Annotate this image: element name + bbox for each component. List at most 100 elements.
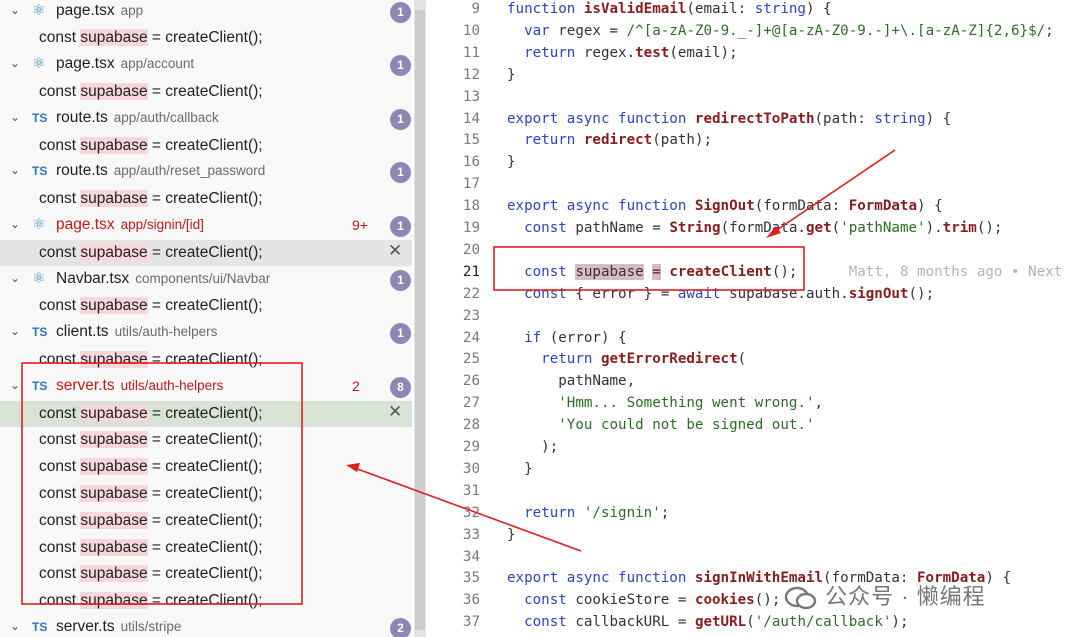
code-line[interactable]: 15 return redirect(path); bbox=[426, 131, 1080, 153]
file-result-row[interactable]: ⌄ TS server.ts utils/auth-helpers 2 8 bbox=[0, 374, 412, 401]
code-token: ; bbox=[1045, 22, 1054, 39]
file-result-row[interactable]: ⌄ ⚛ page.tsx app/account 1 bbox=[0, 52, 412, 79]
search-panel-scrollbar[interactable] bbox=[414, 0, 426, 637]
code-token: trim bbox=[942, 220, 977, 236]
code-line[interactable]: 14 export async function redirectToPath(p… bbox=[426, 110, 1080, 132]
code-token: pathName, bbox=[507, 373, 636, 390]
chevron-down-icon[interactable]: ⌄ bbox=[8, 56, 22, 70]
match-prefix: const bbox=[39, 243, 81, 261]
match-result-row[interactable]: const supabase = createClient(); bbox=[0, 561, 412, 588]
code-token: ); bbox=[891, 614, 909, 631]
code-line[interactable]: 21 const supabase = createClient(); Matt… bbox=[426, 263, 1080, 285]
file-result-row[interactable]: ⌄ ⚛ page.tsx app/signin/[id] 9+ 1 bbox=[0, 213, 412, 240]
match-result-row[interactable]: const supabase = createClient(); bbox=[0, 454, 412, 481]
line-number: 22 bbox=[462, 285, 480, 302]
code-line[interactable]: 27 'Hmm... Something went wrong.', bbox=[426, 394, 1080, 416]
code-line[interactable]: 28 'You could not be signed out.' bbox=[426, 416, 1080, 438]
code-editor[interactable]: 9 function isValidEmail(email: string) {1… bbox=[426, 0, 1080, 637]
file-result-row[interactable]: ⌄ ⚛ page.tsx app 1 bbox=[0, 0, 412, 25]
match-suffix: = createClient(); bbox=[147, 404, 263, 422]
file-result-row[interactable]: ⌄ ⚛ Navbar.tsx components/ui/Navbar 1 bbox=[0, 267, 412, 294]
file-result-row[interactable]: ⌄ TS server.ts utils/stripe 2 bbox=[0, 615, 412, 637]
chevron-down-icon[interactable]: ⌄ bbox=[8, 324, 22, 338]
file-result-row[interactable]: ⌄ TS route.ts app/auth/callback 1 bbox=[0, 106, 412, 133]
code-line[interactable]: 33} bbox=[426, 526, 1080, 548]
code-line[interactable]: 34 bbox=[426, 548, 1080, 570]
code-line[interactable]: 19 const pathName = String(formData.get(… bbox=[426, 219, 1080, 241]
chevron-down-icon[interactable]: ⌄ bbox=[8, 271, 22, 285]
code-token: (); bbox=[754, 592, 781, 609]
code-line[interactable]: 16} bbox=[426, 153, 1080, 175]
match-result-row[interactable]: const supabase = createClient(); bbox=[0, 293, 412, 320]
file-result-row[interactable]: ⌄ TS client.ts utils/auth-helpers 1 bbox=[0, 320, 412, 347]
code-line[interactable]: 9 function isValidEmail(email: string) { bbox=[426, 0, 1080, 22]
match-result-row[interactable]: const supabase = createClient(); bbox=[0, 535, 412, 562]
code-line[interactable]: 11 return regex.test(email); bbox=[426, 44, 1080, 66]
match-text: const supabase = createClient(); bbox=[39, 538, 263, 557]
match-highlight: supabase bbox=[80, 350, 148, 368]
chevron-down-icon[interactable]: ⌄ bbox=[8, 163, 22, 177]
chevron-down-icon[interactable]: ⌄ bbox=[8, 619, 22, 633]
match-result-row[interactable]: const supabase = createClient(); bbox=[0, 133, 412, 160]
code-text: function isValidEmail(email: string) { bbox=[507, 1, 832, 17]
match-result-row[interactable]: const supabase = createClient(); bbox=[0, 186, 412, 213]
match-result-row[interactable]: const supabase = createClient(); bbox=[0, 427, 412, 454]
line-number: 15 bbox=[462, 132, 480, 149]
code-line[interactable]: 23 bbox=[426, 307, 1080, 329]
file-name: server.ts utils/stripe bbox=[56, 617, 182, 635]
code-line[interactable]: 20 bbox=[426, 241, 1080, 263]
line-number: 34 bbox=[462, 548, 480, 565]
match-result-row[interactable]: const supabase = createClient(); bbox=[0, 508, 412, 535]
line-number: 10 bbox=[462, 22, 480, 39]
chevron-down-icon[interactable]: ⌄ bbox=[8, 378, 22, 392]
react-icon: ⚛ bbox=[32, 269, 46, 287]
code-line[interactable]: 32 return '/signin'; bbox=[426, 504, 1080, 526]
line-number: 28 bbox=[462, 417, 480, 434]
file-result-row[interactable]: ⌄ TS route.ts app/auth/reset_password 1 bbox=[0, 159, 412, 186]
code-line[interactable]: 31 bbox=[426, 482, 1080, 504]
code-line[interactable]: 26 pathName, bbox=[426, 372, 1080, 394]
code-text: if (error) { bbox=[507, 330, 627, 346]
match-text: const supabase = createClient(); bbox=[39, 136, 263, 155]
code-line[interactable]: 30 } bbox=[426, 460, 1080, 482]
match-highlight: supabase bbox=[80, 484, 148, 502]
file-name: client.ts utils/auth-helpers bbox=[56, 323, 218, 341]
match-result-row[interactable]: const supabase = createClient(); ✕ bbox=[0, 400, 412, 428]
match-result-row[interactable]: const supabase = createClient(); ✕ bbox=[0, 239, 412, 267]
code-token: regex = bbox=[558, 22, 627, 39]
code-line[interactable]: 17 bbox=[426, 175, 1080, 197]
match-text: const supabase = createClient(); bbox=[39, 82, 263, 101]
code-line[interactable]: 13 bbox=[426, 88, 1080, 110]
code-line[interactable]: 25 return getErrorRedirect( bbox=[426, 350, 1080, 372]
typescript-icon: TS bbox=[32, 164, 48, 179]
code-token: ) { bbox=[805, 1, 832, 17]
code-line[interactable]: 37 const callbackURL = getURL('/auth/cal… bbox=[426, 613, 1080, 635]
close-icon[interactable]: ✕ bbox=[388, 402, 402, 422]
code-line[interactable]: 29 ); bbox=[426, 438, 1080, 460]
code-token: ). bbox=[925, 220, 943, 236]
scrollbar-thumb[interactable] bbox=[415, 10, 425, 630]
match-result-row[interactable]: const supabase = createClient(); bbox=[0, 25, 412, 52]
code-line[interactable]: 22 const { error } = await supabase.auth… bbox=[426, 285, 1080, 307]
code-line[interactable]: 10 var regex = /^[a-zA-Z0-9._-]+@[a-zA-Z… bbox=[426, 22, 1080, 44]
line-number: 20 bbox=[462, 241, 480, 258]
match-highlight: supabase bbox=[80, 136, 148, 154]
match-result-row[interactable]: const supabase = createClient(); bbox=[0, 588, 412, 615]
match-text: const supabase = createClient(); bbox=[39, 404, 263, 423]
match-result-row[interactable]: const supabase = createClient(); bbox=[0, 347, 412, 374]
chevron-down-icon[interactable]: ⌄ bbox=[8, 217, 22, 231]
code-line[interactable]: 12} bbox=[426, 66, 1080, 88]
chevron-down-icon[interactable]: ⌄ bbox=[8, 110, 22, 124]
match-result-row[interactable]: const supabase = createClient(); bbox=[0, 481, 412, 508]
code-line[interactable]: 18 export async function SignOut(formData… bbox=[426, 197, 1080, 219]
match-highlight: supabase bbox=[80, 297, 148, 315]
match-result-row[interactable]: const supabase = createClient(); bbox=[0, 79, 412, 106]
code-token: SignOut bbox=[694, 198, 755, 215]
chevron-down-icon[interactable]: ⌄ bbox=[8, 3, 22, 17]
code-line[interactable]: 24 if (error) { bbox=[426, 329, 1080, 351]
code-text: 'Hmm... Something went wrong.', bbox=[507, 395, 823, 411]
code-token: return bbox=[524, 44, 584, 61]
close-icon[interactable]: ✕ bbox=[388, 241, 402, 261]
